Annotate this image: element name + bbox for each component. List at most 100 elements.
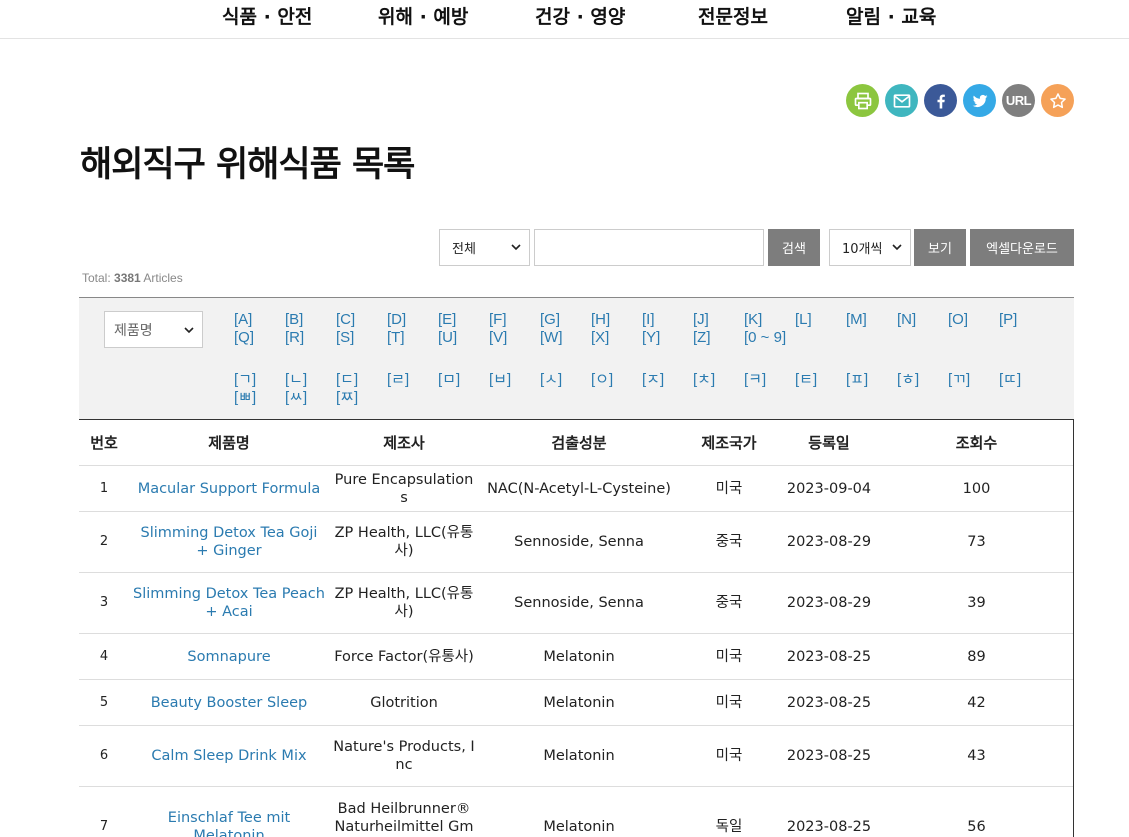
total-count: Total: 3381 Articles — [82, 271, 183, 285]
index-link[interactable]: [N] — [897, 311, 948, 329]
search-input[interactable] — [534, 229, 764, 266]
view-button[interactable]: 보기 — [914, 229, 966, 266]
cell-product-name[interactable]: Slimming Detox Tea Goji + Ginger — [129, 511, 329, 573]
index-link[interactable]: [0 ~ 9] — [744, 329, 795, 347]
index-link[interactable]: [ㅊ] — [693, 371, 744, 389]
index-link[interactable]: [A] — [234, 311, 285, 329]
index-link[interactable]: [W] — [540, 329, 591, 347]
index-link[interactable]: [K] — [744, 311, 795, 329]
cell-ingredient: Sennoside, Senna — [479, 572, 679, 634]
mail-icon[interactable] — [885, 84, 918, 117]
cell-product-name[interactable]: Beauty Booster Sleep — [129, 679, 329, 726]
star-icon[interactable] — [1041, 84, 1074, 117]
index-link[interactable]: [R] — [285, 329, 336, 347]
index-link[interactable]: [ㅌ] — [795, 371, 846, 389]
index-link[interactable]: [Z] — [693, 329, 744, 347]
cell-maker: Bad Heilbrunner® Naturheilmittel GmbH — [329, 786, 479, 837]
index-link[interactable]: [J] — [693, 311, 744, 329]
index-link[interactable]: [ㅉ] — [336, 389, 387, 407]
index-link[interactable]: [ㄱ] — [234, 371, 285, 389]
cell-views: 43 — [879, 725, 1074, 787]
cell-no: 2 — [79, 511, 129, 573]
cell-product-name[interactable]: Slimming Detox Tea Peach + Acai — [129, 572, 329, 634]
cell-product-name[interactable]: Macular Support Formula — [129, 465, 329, 512]
cell-ingredient: Melatonin — [479, 725, 679, 787]
chevron-down-icon — [892, 244, 902, 251]
index-link[interactable]: [S] — [336, 329, 387, 347]
search-button[interactable]: 검색 — [768, 229, 820, 266]
index-link[interactable]: [P] — [999, 311, 1050, 329]
index-link[interactable]: [ㅆ] — [285, 389, 336, 407]
index-link[interactable]: [ㄹ] — [387, 371, 438, 389]
index-link[interactable]: [ㅅ] — [540, 371, 591, 389]
index-link[interactable]: [ㅃ] — [234, 389, 285, 407]
index-link[interactable]: [E] — [438, 311, 489, 329]
index-link[interactable]: [M] — [846, 311, 897, 329]
index-link[interactable]: [ㅍ] — [846, 371, 897, 389]
cell-product-name[interactable]: Einschlaf Tee mit Melatonin — [129, 786, 329, 837]
nav-notice-education[interactable]: 알림 · 교육 — [846, 2, 936, 29]
table-row: 6 Calm Sleep Drink Mix Nature's Products, … — [79, 725, 1074, 787]
nav-expert-info[interactable]: 전문정보 — [698, 2, 768, 29]
index-link[interactable]: [D] — [387, 311, 438, 329]
index-link[interactable]: [H] — [591, 311, 642, 329]
index-link[interactable]: [B] — [285, 311, 336, 329]
index-link[interactable]: [V] — [489, 329, 540, 347]
index-link[interactable]: [C] — [336, 311, 387, 329]
index-link[interactable]: [ㅁ] — [438, 371, 489, 389]
index-link[interactable]: [ㅎ] — [897, 371, 948, 389]
index-filter: 제품명 [A] [B] [C] [D] [E] [F] [G] [H] [I] [J] [K] [L]… — [79, 297, 1074, 419]
index-link[interactable]: [L] — [795, 311, 846, 329]
index-link[interactable]: [T] — [387, 329, 438, 347]
index-link[interactable]: [ㄴ] — [285, 371, 336, 389]
index-link[interactable]: [ㅂ] — [489, 371, 540, 389]
col-header-date: 등록일 — [779, 419, 879, 466]
index-link[interactable]: [ㅈ] — [642, 371, 693, 389]
cell-ingredient: Melatonin — [479, 633, 679, 680]
cell-country: 미국 — [679, 465, 779, 512]
index-link[interactable]: [Y] — [642, 329, 693, 347]
nav-food-safety[interactable]: 식품 · 안전 — [222, 2, 312, 29]
index-link[interactable]: [ㄲ] — [948, 371, 999, 389]
index-link[interactable]: [ㄷ] — [336, 371, 387, 389]
index-link[interactable]: [F] — [489, 311, 540, 329]
total-number: 3381 — [114, 271, 141, 285]
cell-date: 2023-08-25 — [779, 786, 879, 837]
index-link[interactable]: [ㅋ] — [744, 371, 795, 389]
facebook-icon[interactable] — [924, 84, 957, 117]
col-header-no: 번호 — [79, 419, 129, 466]
print-icon[interactable] — [846, 84, 879, 117]
cell-country: 미국 — [679, 633, 779, 680]
per-page-select-value: 10개씩 — [842, 242, 883, 257]
nav-health-nutrition[interactable]: 건강 · 영양 — [535, 2, 625, 29]
cell-product-name[interactable]: Calm Sleep Drink Mix — [129, 725, 329, 787]
cell-maker: Pure Encapsulations — [329, 465, 479, 512]
index-link[interactable]: [X] — [591, 329, 642, 347]
index-link[interactable]: [Q] — [234, 329, 285, 347]
cell-ingredient: Melatonin — [479, 786, 679, 837]
url-icon[interactable]: URL — [1002, 84, 1035, 117]
index-link[interactable]: [ㄸ] — [999, 371, 1050, 389]
index-link[interactable]: [U] — [438, 329, 489, 347]
index-link[interactable]: [ㅇ] — [591, 371, 642, 389]
excel-download-button[interactable]: 엑셀다운로드 — [970, 229, 1074, 266]
index-link[interactable]: [I] — [642, 311, 693, 329]
table-row: 7 Einschlaf Tee mit Melatonin Bad Heilbrun… — [79, 786, 1074, 837]
col-header-views: 조회수 — [879, 419, 1074, 466]
filter-field-value: 제품명 — [114, 322, 153, 339]
filter-field-select[interactable]: 제품명 — [104, 311, 203, 348]
nav-hazard-prevention[interactable]: 위해 · 예방 — [378, 2, 468, 29]
latin-index-links: [A] [B] [C] [D] [E] [F] [G] [H] [I] [J] [K] [L] [M][… — [234, 311, 1054, 347]
index-link[interactable]: [G] — [540, 311, 591, 329]
table-right-border — [1073, 419, 1074, 837]
cell-product-name[interactable]: Somnapure — [129, 633, 329, 680]
cell-maker: ZP Health, LLC(유통사) — [329, 511, 479, 573]
index-link[interactable]: [O] — [948, 311, 999, 329]
per-page-select[interactable]: 10개씩 — [829, 229, 911, 266]
twitter-icon[interactable] — [963, 84, 996, 117]
cell-views: 42 — [879, 679, 1074, 726]
cell-date: 2023-08-25 — [779, 633, 879, 680]
cell-country: 중국 — [679, 572, 779, 634]
hangul-index-links: [ㄱ] [ㄴ] [ㄷ] [ㄹ] [ㅁ] [ㅂ] [ㅅ] [ㅇ] [ㅈ] [ㅊ] [ㅋ] [ㅌ] [ㅍ][… — [234, 371, 1054, 407]
category-select[interactable]: 전체 — [439, 229, 530, 266]
